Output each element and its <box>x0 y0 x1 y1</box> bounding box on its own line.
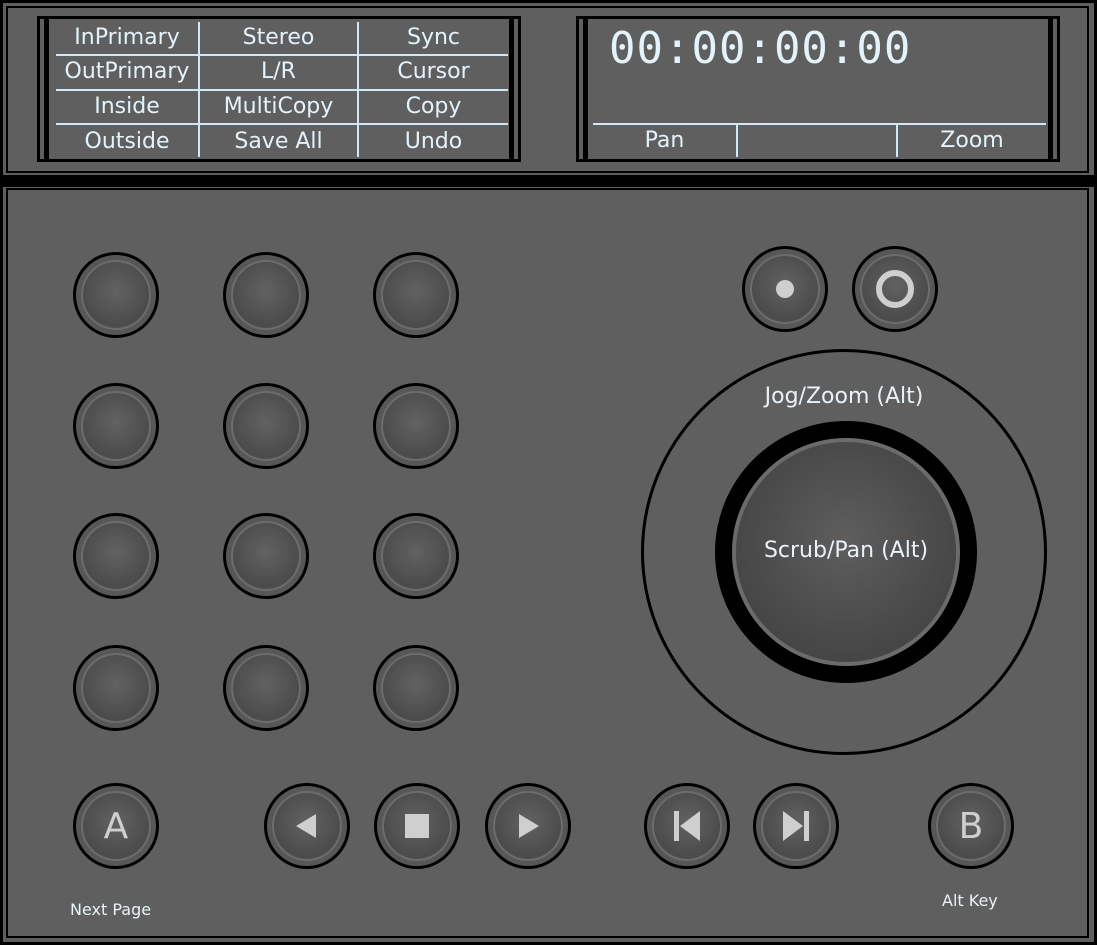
alt-key-caption: Alt Key <box>942 891 998 910</box>
play-button[interactable] <box>485 783 571 869</box>
grid-divider <box>56 89 508 91</box>
display-divider <box>593 123 1046 125</box>
jog-label: Jog/Zoom (Alt) <box>764 384 924 409</box>
grid-button[interactable] <box>373 645 459 731</box>
play-reverse-icon <box>296 814 316 838</box>
softkey-stereo[interactable]: Stereo <box>200 23 357 53</box>
scrub-label: Scrub/Pan (Alt) <box>763 538 929 563</box>
grid-divider <box>56 54 508 56</box>
softkey-lr[interactable]: L/R <box>200 57 357 87</box>
a-button-label: A <box>103 805 129 847</box>
softkey-blank[interactable] <box>738 126 896 156</box>
grid-button[interactable] <box>223 252 309 338</box>
softkey-outprimary[interactable]: OutPrimary <box>56 57 198 87</box>
softkey-undo[interactable]: Undo <box>359 127 508 157</box>
softkey-grid: InPrimary Stereo Sync OutPrimary L/R Cur… <box>56 22 508 157</box>
grid-button[interactable] <box>223 383 309 469</box>
ring-icon <box>876 270 914 308</box>
softkey-copy[interactable]: Copy <box>359 92 508 122</box>
grid-button[interactable] <box>373 252 459 338</box>
dot-icon <box>776 280 794 298</box>
softkey-display: InPrimary Stereo Sync OutPrimary L/R Cur… <box>37 16 521 162</box>
skip-forward-icon <box>783 811 809 841</box>
softkey-outside[interactable]: Outside <box>56 127 198 157</box>
previous-button[interactable] <box>644 783 730 869</box>
softkey-sync[interactable]: Sync <box>359 23 508 53</box>
b-button-label: B <box>958 805 984 847</box>
softkey-zoom[interactable]: Zoom <box>898 126 1046 156</box>
panel-divider <box>0 175 1097 187</box>
next-button[interactable] <box>753 783 839 869</box>
softkey-multicopy[interactable]: MultiCopy <box>200 92 357 122</box>
scrub-knob[interactable]: Scrub/Pan (Alt) <box>732 438 960 666</box>
record-button[interactable] <box>742 246 828 332</box>
grid-button[interactable] <box>223 645 309 731</box>
timecode-readout: 00:00:00:00 <box>609 23 912 74</box>
softkey-save-all[interactable]: Save All <box>200 127 357 157</box>
rewind-button[interactable] <box>264 783 350 869</box>
timecode-display: 00:00:00:00 Pan Zoom <box>576 16 1060 162</box>
grid-button[interactable] <box>73 513 159 599</box>
loop-button[interactable] <box>852 246 938 332</box>
grid-button[interactable] <box>73 383 159 469</box>
softkey-inside[interactable]: Inside <box>56 92 198 122</box>
grid-button[interactable] <box>73 645 159 731</box>
a-button[interactable]: A <box>73 783 159 869</box>
grid-button[interactable] <box>73 252 159 338</box>
stop-icon <box>405 814 429 838</box>
softkey-inprimary[interactable]: InPrimary <box>56 23 198 53</box>
next-page-caption: Next Page <box>70 900 152 919</box>
play-icon <box>519 814 539 838</box>
b-button[interactable]: B <box>928 783 1014 869</box>
skip-back-icon <box>674 811 700 841</box>
softkey-pan[interactable]: Pan <box>593 126 736 156</box>
softkey-cursor[interactable]: Cursor <box>359 57 508 87</box>
grid-button[interactable] <box>373 513 459 599</box>
stop-button[interactable] <box>374 783 460 869</box>
scrub-knob-rim: Scrub/Pan (Alt) <box>715 421 977 683</box>
grid-button[interactable] <box>223 513 309 599</box>
grid-divider <box>56 123 508 125</box>
grid-button[interactable] <box>373 383 459 469</box>
